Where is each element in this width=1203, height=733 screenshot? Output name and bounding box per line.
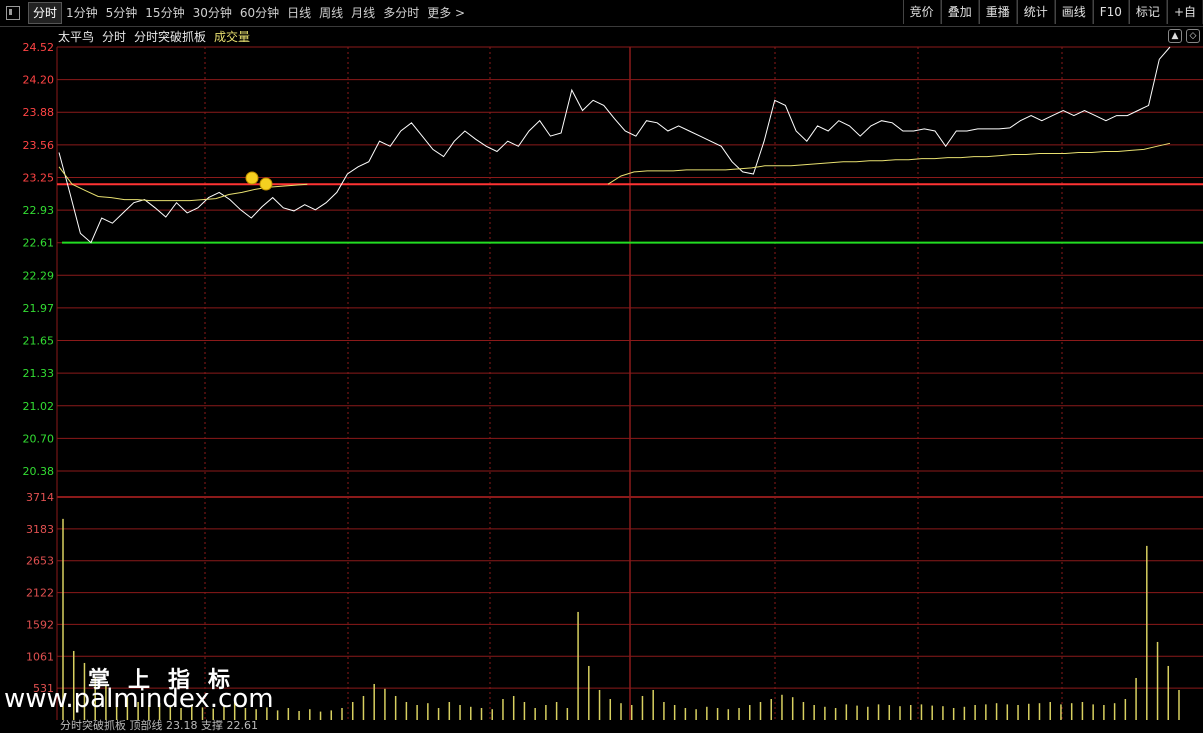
period-tab[interactable]: 周线 [315,3,347,23]
period-tab[interactable]: 日线 [283,3,315,23]
volume-tick-label: 3183 [26,523,54,536]
volume-tick-label: 2122 [26,587,54,600]
period-tab[interactable]: 5分钟 [102,3,142,23]
period-tab[interactable]: 60分钟 [236,3,283,23]
period-tab[interactable]: 30分钟 [189,3,236,23]
price-tick-label: 23.25 [23,171,55,184]
signal-marker [245,171,259,185]
volume-tick-label: 1592 [26,618,54,631]
average-price-line [58,142,1171,202]
period-tabs: 分时 1分钟 5分钟 15分钟 30分钟 60分钟 日线 周线 月线 多分时 更多 > [28,2,469,24]
volume-tick-label: 1061 [26,650,54,663]
price-tick-label: 23.88 [23,106,55,119]
tool-button[interactable]: F10 [1092,0,1129,24]
indicator-readout: 分时突破抓板 顶部线 23.18 支撑 22.61 [60,719,258,732]
price-tick-label: 24.20 [23,74,55,87]
signal-marker [259,177,273,191]
price-tick-label: 22.93 [23,204,55,217]
price-tick-label: 24.52 [23,41,55,54]
period-bar: 分时 1分钟 5分钟 15分钟 30分钟 60分钟 日线 周线 月线 多分时 更多 > [0,0,469,26]
price-tick-label: 21.02 [23,400,55,413]
price-tick-label: 20.70 [23,432,55,445]
price-tick-label: 23.56 [23,139,55,152]
volume-tick-label: 3714 [26,491,54,504]
price-tick-label: 20.38 [23,465,55,478]
period-tab[interactable]: 月线 [347,3,379,23]
period-tab[interactable]: 1分钟 [62,3,102,23]
price-tick-label: 22.61 [23,237,55,250]
price-tick-label: 22.29 [23,269,55,282]
tool-button[interactable]: 竞价 [902,0,941,24]
watermark-url: www.palmindex.com [4,684,274,714]
volume-tick-label: 2653 [26,555,54,568]
tool-button[interactable]: 统计 [1016,0,1055,24]
price-tick-label: 21.65 [23,335,55,348]
tool-button[interactable]: 重播 [978,0,1017,24]
period-tab[interactable]: 更多 > [423,3,469,23]
tool-buttons: 竞价 叠加 重播 统计 画线 F10 标记 +自 [902,0,1203,26]
toolbar: 分时 1分钟 5分钟 15分钟 30分钟 60分钟 日线 周线 月线 多分时 更多 > 竞价 叠加 重播… [0,0,1203,27]
period-tab[interactable]: 分时 [28,2,63,24]
tool-button[interactable]: 画线 [1054,0,1093,24]
period-tab[interactable]: 多分时 [379,3,423,23]
tool-button[interactable]: +自 [1166,0,1203,24]
tool-button[interactable]: 叠加 [940,0,979,24]
price-tick-label: 21.33 [23,367,55,380]
tool-button[interactable]: 标记 [1128,0,1167,24]
panel-toggle-icon[interactable] [6,6,20,20]
intraday-chart[interactable]: 24.52 24.20 23.88 23.56 23.25 22.93 22.61 22.29… [0,27,1203,727]
price-tick-label: 21.97 [23,302,55,315]
period-tab[interactable]: 15分钟 [141,3,188,23]
